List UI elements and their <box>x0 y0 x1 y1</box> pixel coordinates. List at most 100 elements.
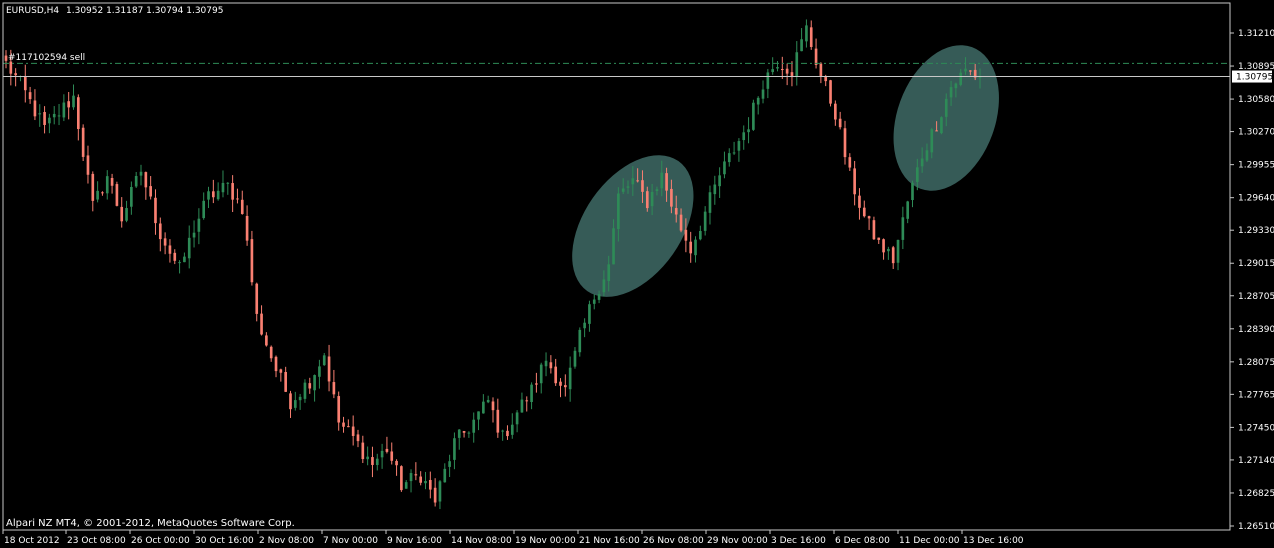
candle-body <box>925 150 929 161</box>
candle-body <box>776 67 779 69</box>
candle-body <box>747 129 750 133</box>
candle-body <box>742 132 746 141</box>
candle-body <box>752 102 755 130</box>
candle-body <box>607 264 611 282</box>
candle-body <box>168 245 172 254</box>
candle-body <box>819 63 823 77</box>
candle <box>829 79 832 107</box>
candle-body <box>525 400 529 402</box>
candle-body <box>154 197 157 224</box>
candle-body <box>327 356 331 382</box>
candle-body <box>226 182 230 184</box>
candle-body <box>212 191 215 198</box>
x-tick-label: 30 Oct 16:00 <box>195 536 254 546</box>
candle-body <box>520 399 524 413</box>
x-tick-label: 26 Nov 08:00 <box>643 536 704 546</box>
candle-body <box>284 371 287 392</box>
candle-body <box>269 346 273 359</box>
candle-body <box>694 239 697 256</box>
candle-body <box>578 329 582 353</box>
candle-body <box>163 238 167 246</box>
candle-body <box>443 468 447 483</box>
candle-body <box>944 98 948 117</box>
candle-body <box>395 460 398 466</box>
candle-body <box>308 383 312 389</box>
candle-body <box>207 191 210 200</box>
y-tick-label: 1.30270 <box>1238 128 1274 138</box>
candle <box>752 99 755 131</box>
candle-body <box>867 216 871 219</box>
candle-body <box>959 72 963 85</box>
candle-body <box>28 92 32 100</box>
candle-body <box>626 186 630 188</box>
candle-body <box>655 189 659 192</box>
candle-body <box>930 129 934 153</box>
candle-body <box>385 448 389 452</box>
candle-body <box>568 367 572 390</box>
candle-body <box>554 366 558 384</box>
candle-body <box>901 217 905 240</box>
candle-body <box>361 442 365 460</box>
candle-body <box>149 186 152 197</box>
candle-body <box>949 87 953 98</box>
candle-body <box>723 161 726 175</box>
order-label[interactable]: #117102594 sell <box>8 53 85 63</box>
x-tick-label: 7 Nov 00:00 <box>323 536 378 546</box>
candle-body <box>467 432 471 434</box>
candle-body <box>4 55 8 61</box>
y-tick-label: 1.29015 <box>1238 259 1274 269</box>
candle-body <box>617 193 620 230</box>
y-tick-label: 1.28705 <box>1238 292 1274 302</box>
x-tick-label: 3 Dec 16:00 <box>771 536 826 546</box>
candle-body <box>67 101 71 108</box>
candle-body <box>477 411 480 420</box>
candle-body <box>891 247 895 264</box>
candle-body <box>954 83 958 89</box>
candle-body <box>419 476 422 483</box>
candle-body <box>231 183 234 200</box>
candle-body <box>105 176 109 194</box>
candle-body <box>453 438 456 460</box>
candle-body <box>255 283 259 314</box>
candle-body <box>559 381 562 386</box>
candle-body <box>703 211 707 231</box>
candle-body <box>433 487 437 503</box>
x-tick-label: 29 Nov 00:00 <box>707 536 768 546</box>
candle-body <box>530 384 533 403</box>
candle-body <box>882 239 885 253</box>
candle-body <box>631 178 635 185</box>
candle-body <box>636 180 639 182</box>
candle-body <box>115 184 119 206</box>
candle-body <box>737 141 741 151</box>
candle-body <box>549 362 553 369</box>
candle-body <box>780 69 784 71</box>
candle-body <box>371 457 374 465</box>
candle-body <box>645 191 649 209</box>
price-chart[interactable]: 1.312101.308951.305801.302701.299551.296… <box>0 0 1274 548</box>
candle-body <box>62 102 66 118</box>
candle-body <box>245 215 249 241</box>
candle-body <box>564 385 567 388</box>
y-tick-label: 1.30580 <box>1238 95 1274 105</box>
candle-body <box>52 113 56 118</box>
x-tick-label: 21 Nov 16:00 <box>579 536 640 546</box>
candle-body <box>650 191 654 207</box>
y-tick-label: 1.26510 <box>1238 522 1274 532</box>
candle-body <box>829 80 832 104</box>
candle-body <box>125 208 128 221</box>
x-tick-label: 2 Nov 08:00 <box>259 536 314 546</box>
candle-body <box>621 188 625 192</box>
candle-body <box>838 118 842 128</box>
candle-body <box>187 237 191 259</box>
candle-body <box>356 434 360 442</box>
candle-body <box>592 299 596 304</box>
y-tick-label: 1.28075 <box>1238 358 1274 368</box>
y-tick-label: 1.31210 <box>1238 29 1274 39</box>
candle <box>81 124 85 162</box>
candle-body <box>588 304 591 324</box>
candle-body <box>221 182 225 193</box>
candle-body <box>33 100 37 117</box>
candle-body <box>178 262 181 264</box>
copyright-text: Alpari NZ MT4, © 2001-2012, MetaQuotes S… <box>6 518 295 529</box>
candle-body <box>375 458 379 466</box>
